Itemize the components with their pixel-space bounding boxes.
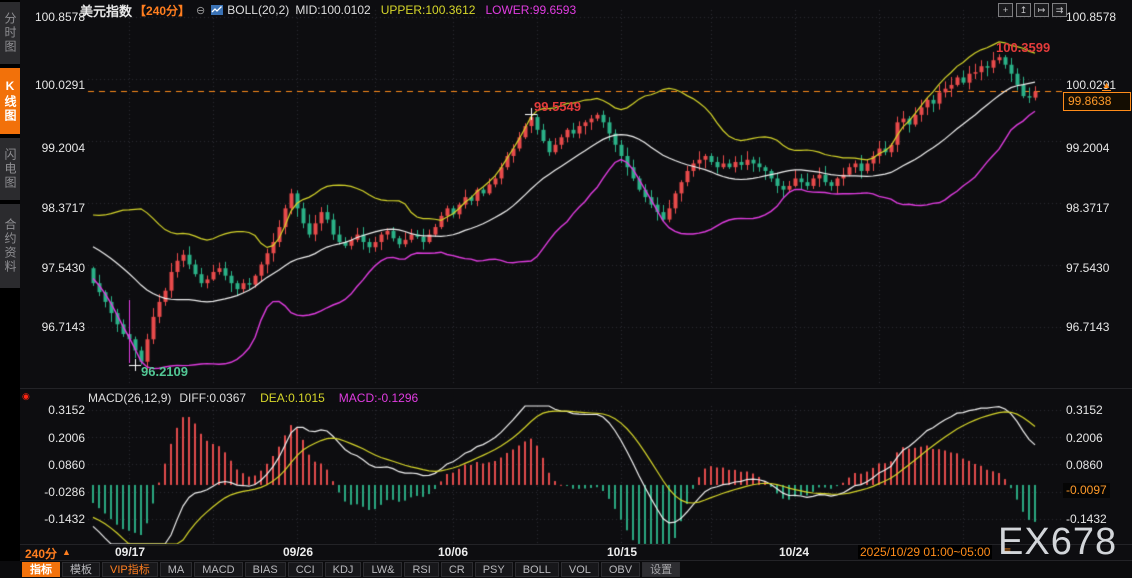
current-price-badge: 99.8638 [1063,92,1131,111]
pan-move-icon[interactable]: + [998,3,1013,17]
y-axis-label: 99.2004 [1066,141,1110,155]
toolbar-ma-button[interactable]: MA [159,562,193,577]
macd-hist-value: MACD:-0.1296 [338,391,419,405]
toolbar-psy-button[interactable]: PSY [474,562,513,577]
symbol-title: 美元指数 [80,3,133,19]
toolbar-boll-button[interactable]: BOLL [514,562,559,577]
x-axis-date: 10/06 [437,545,469,559]
macd-axis-label: 0.0860 [1066,458,1103,472]
macd-current-value-badge: -0.0097 [1063,483,1110,498]
low-price-annotation: 96.2109 [141,364,188,379]
period-arrow-icon[interactable]: ▲ [62,547,71,557]
last-bar-timestamp: 2025/10/29 01:00~05:00 [858,545,993,559]
chart-application-window: 分时图 K线图 闪电图 合约资料 ◉ 美元指数 【240分】 ⊖ BOLL(20… [0,0,1132,578]
y-axis-label: 96.7143 [41,320,85,334]
chart-tool-buttons: + ↥ ↦ ⇉ [998,3,1067,17]
y-axis-label: 100.8578 [34,10,85,24]
indicator-toolbar: 指标 模板 VIP指标 MA MACD BIAS CCI KDJ LW& RSI… [0,561,1132,578]
y-axis-label: 100.8578 [1066,10,1117,24]
y-axis-label: 100.0291 [34,78,85,92]
y-axis-label: 98.3717 [41,201,85,215]
y-axis-label: 97.5430 [41,261,85,275]
watermark: EX678 [998,521,1118,563]
macd-axis-label: 0.0860 [48,458,85,472]
x-axis-date: 10/24 [778,545,810,559]
toolbar-cci-button[interactable]: CCI [287,562,323,577]
boll-upper-value: UPPER:100.3612 [380,3,476,17]
collapse-icon[interactable]: ⊖ [196,4,205,17]
swing-high-annotation: 99.5549 [534,99,581,114]
toolbar-rsi-button[interactable]: RSI [404,562,439,577]
toolbar-kdj-button[interactable]: KDJ [324,562,362,577]
chart-canvas[interactable] [0,0,1132,578]
indicator-chart-icon [211,5,224,15]
boll-mid-value: MID:100.0102 [295,3,371,17]
sidebar-tab-kline-chart[interactable]: K线图 [0,68,20,134]
x-axis-date: 09/26 [282,545,314,559]
chart-type-sidebar: 分时图 K线图 闪电图 合约资料 [0,0,20,578]
macd-axis-label: 0.3152 [1066,403,1103,417]
sidebar-tab-time-chart[interactable]: 分时图 [0,2,20,64]
toolbar-template-button[interactable]: 模板 [62,562,100,577]
high-price-annotation: 100.3599 [996,40,1051,55]
boll-lower-value: LOWER:99.6593 [485,3,577,17]
toolbar-vip-indicator-button[interactable]: VIP指标 [102,562,158,577]
toolbar-vol-button[interactable]: VOL [560,562,599,577]
x-axis-date: 10/15 [606,545,638,559]
toolbar-cr-button[interactable]: CR [440,562,473,577]
y-axis-label: 96.7143 [1066,320,1110,334]
toolbar-settings-button[interactable]: 设置 [642,562,681,577]
macd-axis-label: 0.2006 [1066,431,1103,445]
pane-separator [20,388,1132,389]
toolbar-obv-button[interactable]: OBV [600,562,641,577]
boll-params-label: BOLL(20,2) [227,3,290,17]
macd-axis-label: -0.0286 [44,485,85,499]
macd-axis-label: 0.2006 [48,431,85,445]
axis-scale-right-icon[interactable]: ↦ [1034,3,1049,17]
axis-scale-up-icon[interactable]: ↥ [1016,3,1031,17]
macd-diff-value: DIFF:0.0367 [179,391,247,405]
y-axis-label: 98.3717 [1066,201,1110,215]
period-selector[interactable]: 240分 [25,545,57,562]
toolbar-indicator-button[interactable]: 指标 [22,562,60,577]
price-up-arrow-icon: ▲ [1102,80,1111,91]
x-axis-date: 09/17 [114,545,146,559]
alert-icon[interactable]: ◉ [22,391,30,402]
axis-expand-icon[interactable]: ⇉ [1052,3,1067,17]
toolbar-bias-button[interactable]: BIAS [244,562,286,577]
macd-axis-label: -0.1432 [44,512,85,526]
toolbar-macd-button[interactable]: MACD [194,562,243,577]
toolbar-lw-button[interactable]: LW& [363,562,403,577]
macd-header: MACD(26,12,9) DIFF:0.0367 DEA:0.1015 MAC… [88,391,418,405]
macd-params-label: MACD(26,12,9) [88,391,172,405]
sidebar-tab-flash-chart[interactable]: 闪电图 [0,138,20,200]
chart-header: 美元指数 【240分】 ⊖ BOLL(20,2) MID:100.0102 UP… [80,2,577,19]
macd-dea-value: DEA:0.1015 [260,391,325,405]
macd-axis-label: 0.3152 [48,403,85,417]
period-label[interactable]: 【240分】 [134,2,190,19]
y-axis-label: 99.2004 [41,141,85,155]
y-axis-label: 97.5430 [1066,261,1110,275]
sidebar-tab-contract-info[interactable]: 合约资料 [0,204,20,288]
